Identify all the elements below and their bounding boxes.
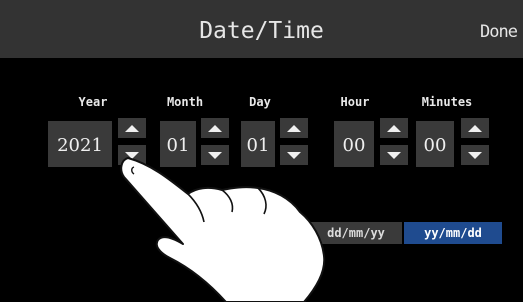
date-time-screen: Date/Time Done Year 2021 Month 01 Day 01… (0, 0, 523, 302)
hand-pointer-icon (120, 157, 326, 302)
